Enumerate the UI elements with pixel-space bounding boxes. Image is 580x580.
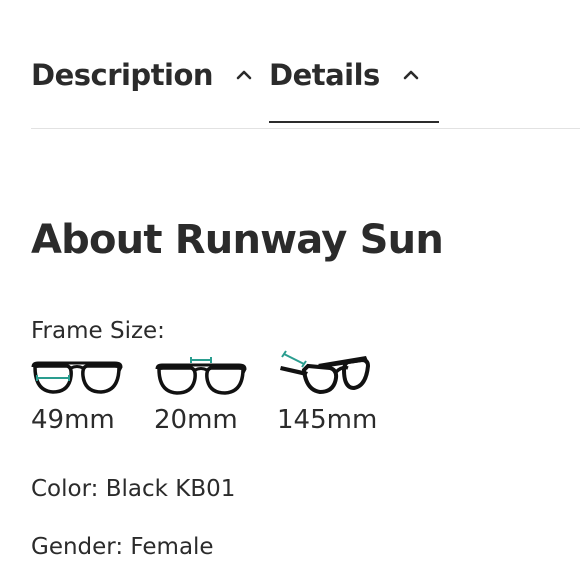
tab-bar: Description Details xyxy=(31,52,439,100)
lens-width-icon xyxy=(31,354,123,398)
tab-divider xyxy=(31,128,580,129)
chevron-up-icon xyxy=(403,70,419,80)
bridge-width-icon xyxy=(155,354,247,398)
tab-description[interactable]: Description xyxy=(31,52,269,98)
temple-length-icon xyxy=(278,348,372,398)
tab-details-label: Details xyxy=(269,58,380,92)
active-tab-indicator xyxy=(269,121,439,123)
tab-details[interactable]: Details xyxy=(269,52,439,98)
bridge-width-value: 20mm xyxy=(154,405,238,435)
frame-size-label: Frame Size: xyxy=(31,318,165,344)
tab-description-label: Description xyxy=(31,58,214,92)
chevron-up-icon xyxy=(236,70,252,80)
gender-info: Gender: Female xyxy=(31,534,214,560)
lens-width-value: 49mm xyxy=(31,405,115,435)
details-title: About Runway Sun xyxy=(31,217,444,263)
color-info: Color: Black KB01 xyxy=(31,476,236,502)
temple-length-value: 145mm xyxy=(277,405,378,435)
